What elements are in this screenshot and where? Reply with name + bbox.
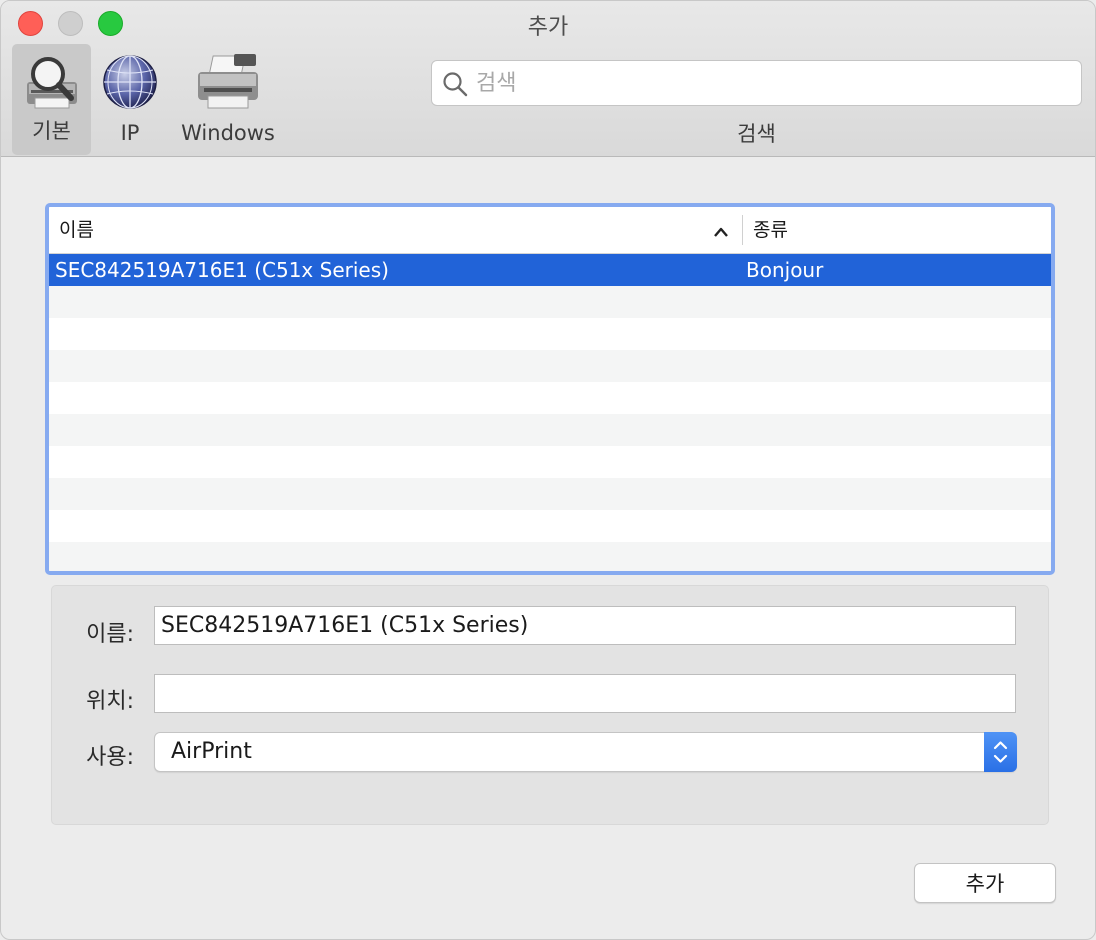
name-label: 이름: bbox=[86, 622, 134, 647]
toolbar-ip-tab[interactable]: IP bbox=[97, 44, 163, 155]
printer-search-icon bbox=[21, 52, 83, 118]
empty-row bbox=[49, 286, 1051, 318]
toolbar-ip-label: IP bbox=[120, 121, 140, 145]
printer-kind-cell: Bonjour bbox=[746, 258, 824, 282]
search-field[interactable] bbox=[431, 60, 1082, 106]
empty-row bbox=[49, 478, 1051, 510]
use-label: 사용: bbox=[86, 745, 134, 770]
printer-icon bbox=[194, 52, 262, 116]
location-field[interactable] bbox=[154, 674, 1016, 713]
empty-row bbox=[49, 446, 1051, 478]
toolbar-windows-label: Windows bbox=[181, 121, 275, 145]
column-header-name[interactable]: 이름 bbox=[59, 207, 94, 253]
use-selected-value: AirPrint bbox=[171, 739, 252, 764]
toolbar-default-tab[interactable]: 기본 bbox=[12, 44, 91, 155]
printer-list[interactable]: 이름 종류 SEC842519A716E1 (C51x Series) Bonj… bbox=[45, 203, 1055, 575]
search-input[interactable] bbox=[476, 67, 1066, 99]
table-rows: SEC842519A716E1 (C51x Series) Bonjour bbox=[49, 254, 1051, 571]
toolbar-default-label: 기본 bbox=[32, 119, 71, 143]
empty-row bbox=[49, 350, 1051, 382]
printer-name-cell: SEC842519A716E1 (C51x Series) bbox=[55, 258, 389, 282]
window-title: 추가 bbox=[527, 15, 569, 40]
name-input[interactable] bbox=[155, 607, 1015, 644]
network-globe-icon bbox=[101, 52, 159, 116]
use-popup-button[interactable]: AirPrint bbox=[154, 732, 1017, 772]
sort-ascending-icon[interactable] bbox=[713, 223, 729, 242]
popup-stepper[interactable] bbox=[984, 732, 1017, 772]
empty-row bbox=[49, 318, 1051, 350]
empty-row bbox=[49, 414, 1051, 446]
empty-row bbox=[49, 382, 1051, 414]
column-divider[interactable] bbox=[742, 215, 743, 245]
chevron-up-down-icon bbox=[993, 741, 1008, 763]
table-header: 이름 종류 bbox=[49, 207, 1051, 254]
column-header-kind[interactable]: 종류 bbox=[753, 207, 788, 253]
name-field[interactable] bbox=[154, 606, 1016, 645]
add-button[interactable]: 추가 bbox=[914, 863, 1056, 903]
search-icon bbox=[442, 71, 468, 101]
empty-row bbox=[49, 510, 1051, 542]
printer-details-panel: 이름: 위치: 사용: AirPrint bbox=[51, 585, 1049, 825]
table-row[interactable]: SEC842519A716E1 (C51x Series) Bonjour bbox=[49, 254, 1051, 286]
add-printer-window: 추가 기본 IP Windows 검색 검색 이름 종류 SEC842519A7… bbox=[0, 0, 1096, 940]
toolbar: 추가 기본 IP Windows 검색 검색 bbox=[1, 1, 1095, 157]
toolbar-windows-tab[interactable]: Windows bbox=[171, 44, 285, 155]
location-input[interactable] bbox=[155, 675, 1015, 712]
empty-row bbox=[49, 542, 1051, 571]
search-label: 검색 bbox=[737, 122, 776, 146]
location-label: 위치: bbox=[86, 689, 134, 714]
